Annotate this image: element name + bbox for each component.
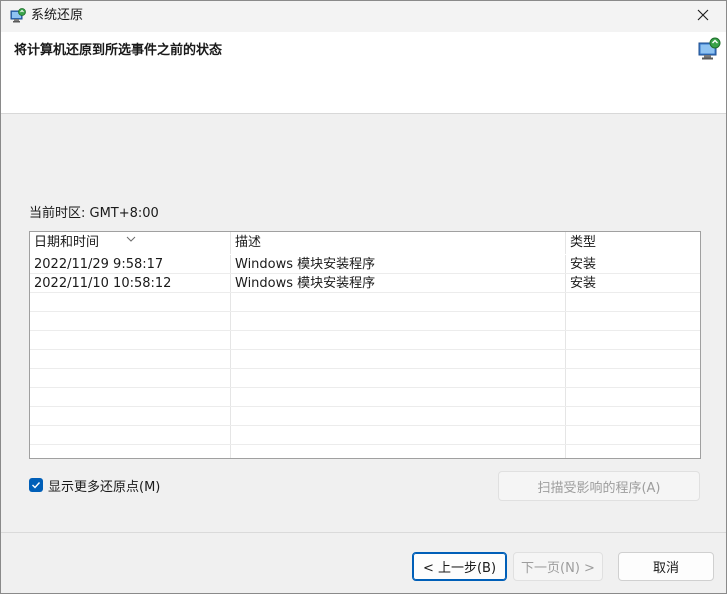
column-header-description-label: 描述 (235, 235, 262, 250)
cell-date: 2022/11/29 9:58:17 (30, 255, 231, 273)
system-restore-icon (696, 36, 722, 62)
page-title: 将计算机还原到所选事件之前的状态 (14, 43, 223, 58)
empty-row (30, 293, 700, 312)
checkmark-icon[interactable] (29, 478, 43, 492)
footer-divider (1, 532, 726, 533)
title-bar: 系统还原 (1, 1, 726, 32)
table-row[interactable]: 2022/11/10 10:58:12 Windows 模块安装程序 安装 (30, 274, 700, 293)
close-button[interactable] (680, 1, 726, 32)
column-header-type-label: 类型 (570, 235, 597, 250)
empty-row (30, 331, 700, 350)
cell-type: 安装 (570, 276, 597, 291)
show-more-restore-points-checkbox[interactable]: 显示更多还原点(M) (29, 475, 160, 495)
table-row[interactable]: 2022/11/29 9:58:17 Windows 模块安装程序 安装 (30, 255, 700, 274)
chevron-down-icon (126, 232, 136, 242)
column-header-type[interactable]: 类型 (566, 232, 700, 254)
empty-row (30, 407, 700, 426)
system-restore-icon (10, 8, 26, 24)
current-timezone: 当前时区: GMT+8:00 (29, 206, 159, 221)
scan-affected-programs-button[interactable]: 扫描受影响的程序(A) (498, 471, 700, 501)
empty-row (30, 312, 700, 331)
empty-row (30, 369, 700, 388)
cancel-button[interactable]: 取消 (618, 552, 714, 581)
show-more-label: 显示更多还原点(M) (48, 479, 161, 495)
column-header-date[interactable]: 日期和时间 (30, 232, 231, 254)
cell-description: Windows 模块安装程序 (231, 274, 566, 292)
window-title: 系统还原 (31, 8, 84, 23)
cell-date: 2022/11/10 10:58:12 (30, 274, 231, 292)
back-button[interactable]: < 上一步(B) (412, 552, 507, 581)
table-header: 日期和时间 描述 类型 (30, 232, 700, 254)
empty-row (30, 445, 700, 458)
close-icon (697, 9, 709, 25)
empty-row (30, 388, 700, 407)
cell-description: Windows 模块安装程序 (231, 255, 566, 273)
empty-row (30, 426, 700, 445)
system-restore-window: 系统还原 将计算机还原到所选事件之前的状态 当前时区: GMT+8:00 日期和… (0, 0, 727, 594)
wizard-header: 将计算机还原到所选事件之前的状态 (1, 32, 726, 114)
empty-row (30, 350, 700, 369)
next-button[interactable]: 下一页(N) > (513, 552, 603, 581)
restore-points-table[interactable]: 日期和时间 描述 类型 2022/11/29 9:58:17 Windows 模… (29, 231, 701, 459)
column-header-description[interactable]: 描述 (231, 232, 566, 254)
cell-type: 安装 (570, 257, 597, 272)
